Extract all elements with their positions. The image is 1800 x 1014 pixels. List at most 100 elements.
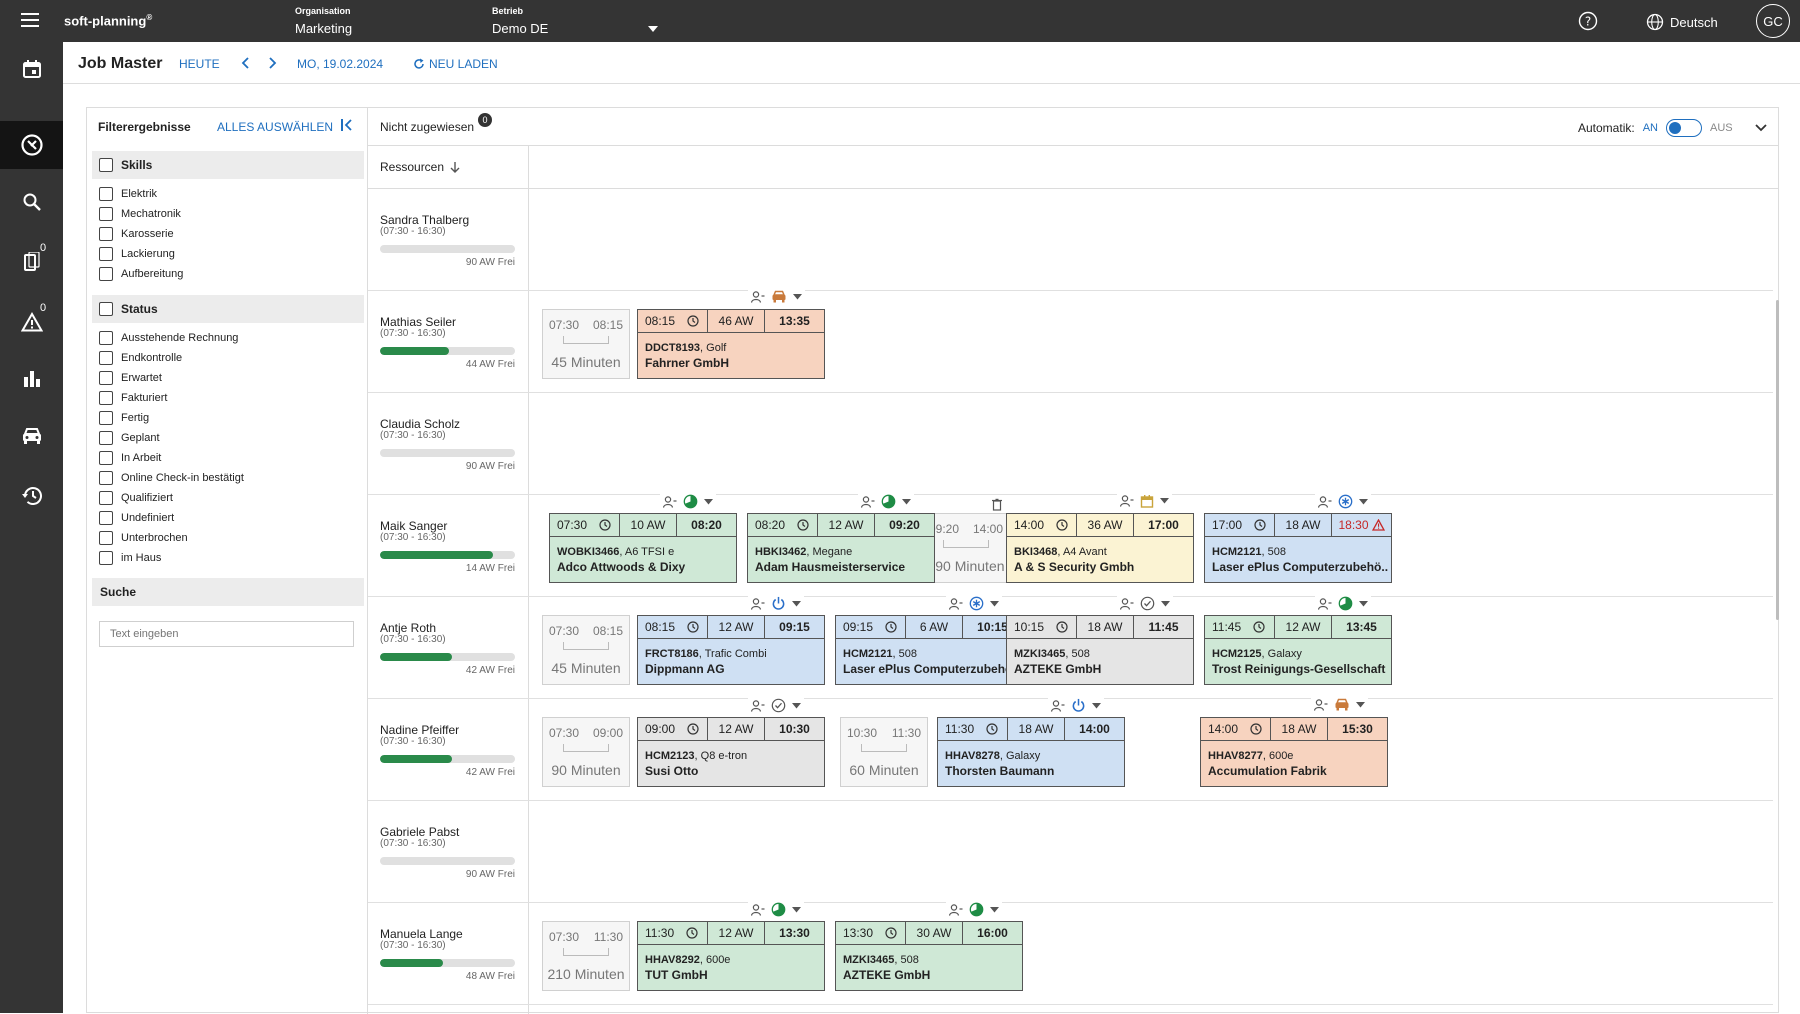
menu-icon[interactable] [21, 13, 39, 27]
scrollbar[interactable] [1776, 300, 1779, 620]
chevron-left-icon[interactable] [241, 57, 251, 69]
checkbox[interactable] [99, 411, 113, 425]
job-card[interactable]: 08:15 12 AW 09:15 FRCT8186, Trafic Combi Dip… [637, 596, 825, 685]
date-picker[interactable]: MO, 19.02.2024 [297, 57, 383, 71]
dropdown-icon[interactable] [704, 498, 713, 505]
job-card[interactable]: 07:30 10 AW 08:20 WOBKI3466, A6 TFSI e Adco … [549, 494, 737, 583]
resource-name[interactable]: Antje Roth [380, 621, 436, 635]
dropdown-icon[interactable] [792, 600, 801, 607]
chevron-down-icon[interactable] [1754, 124, 1767, 132]
filter-item-karosserie[interactable]: Karosserie [99, 227, 174, 241]
sidebar-item-warnings[interactable]: 0 [0, 298, 63, 346]
dropdown-icon[interactable] [1160, 498, 1169, 504]
person-icon[interactable] [949, 903, 963, 916]
organisation-selector[interactable]: Organisation Marketing [295, 6, 352, 37]
filter-item-status[interactable]: Ausstehende Rechnung [99, 331, 238, 345]
resource-name[interactable]: Mathias Seiler [380, 315, 456, 329]
filter-item-status[interactable]: Online Check-in bestätigt [99, 471, 244, 485]
person-icon[interactable] [751, 597, 765, 610]
power-icon[interactable] [771, 596, 786, 611]
progress-icon[interactable] [969, 902, 984, 917]
job-card[interactable]: 09:15 6 AW 10:15 HCM2121, 508 Laser ePlus Co… [835, 596, 1023, 685]
language-selector[interactable]: Deutsch [1646, 13, 1718, 31]
idle-block[interactable]: 07:30 09:00 90 Minuten [542, 717, 630, 787]
dropdown-icon[interactable] [1161, 600, 1170, 607]
dropdown-icon[interactable] [1359, 600, 1368, 607]
filter-item-status[interactable]: Endkontrolle [99, 351, 182, 365]
person-icon[interactable] [1120, 597, 1134, 610]
sidebar-item-calendar[interactable] [0, 45, 63, 93]
asterisk-icon[interactable] [969, 596, 984, 611]
person-icon[interactable] [751, 699, 765, 712]
skills-group[interactable]: Skills [92, 151, 364, 179]
progress-icon[interactable] [1338, 596, 1353, 611]
job-card[interactable]: 08:20 12 AW 09:20 HBKI3462, Megane Adam Haus… [747, 494, 935, 583]
filter-item-status[interactable]: Unterbrochen [99, 531, 188, 545]
checkbox[interactable] [99, 247, 113, 261]
sidebar-item-devices[interactable]: 0 [0, 238, 63, 286]
progress-icon[interactable] [683, 494, 698, 509]
person-icon[interactable] [663, 495, 677, 508]
status-group[interactable]: Status [92, 295, 364, 323]
job-card[interactable]: 10:15 18 AW 11:45 MZKI3465, 508 AZTEKE GmbH [1006, 596, 1194, 685]
person-icon[interactable] [751, 903, 765, 916]
asterisk-icon[interactable] [1338, 494, 1353, 509]
job-card[interactable]: 14:00 36 AW 17:00 BKI3468, A4 Avant A & S Se… [1006, 494, 1194, 583]
dropdown-icon[interactable] [792, 702, 801, 709]
chevron-right-icon[interactable] [267, 57, 277, 69]
calendar-icon[interactable] [1140, 494, 1154, 508]
person-icon[interactable] [949, 597, 963, 610]
filter-item-status[interactable]: Fertig [99, 411, 149, 425]
person-icon[interactable] [1318, 495, 1332, 508]
checkbox[interactable] [99, 227, 113, 241]
skills-checkbox[interactable] [99, 158, 113, 172]
select-all-button[interactable]: ALLES AUSWÄHLEN [217, 120, 333, 134]
dropdown-icon[interactable] [1092, 702, 1101, 709]
betrieb-selector[interactable]: Betrieb Demo DE [492, 6, 660, 37]
avatar[interactable]: GC [1756, 4, 1790, 38]
search-input[interactable] [99, 621, 354, 647]
dropdown-icon[interactable] [1359, 498, 1368, 505]
filter-item-status[interactable]: Undefiniert [99, 511, 174, 525]
checkbox[interactable] [99, 451, 113, 465]
idle-block[interactable]: 07:30 08:15 45 Minuten [542, 309, 630, 379]
filter-item-status[interactable]: Erwartet [99, 371, 162, 385]
dropdown-icon[interactable] [1356, 701, 1365, 708]
job-card[interactable]: 09:00 12 AW 10:30 HCM2123, Q8 e-tron Susi Ot… [637, 698, 825, 787]
sidebar-item-vehicles[interactable] [0, 412, 63, 460]
resource-name[interactable]: Gabriele Pabst [380, 825, 459, 839]
person-icon[interactable] [751, 290, 765, 303]
person-icon[interactable] [1318, 597, 1332, 610]
automatik-toggle[interactable] [1665, 119, 1702, 137]
job-card[interactable]: 08:15 46 AW 13:35 DDCT8193, Golf Fahrner Gmb… [637, 290, 825, 379]
power-icon[interactable] [1071, 698, 1086, 713]
car-icon[interactable] [1334, 698, 1350, 711]
checkbox[interactable] [99, 471, 113, 485]
car-icon[interactable] [771, 290, 787, 303]
resource-name[interactable]: Nadine Pfeiffer [380, 723, 459, 737]
sidebar-item-search[interactable] [0, 178, 63, 226]
help-icon[interactable]: ? [1578, 11, 1598, 31]
checkbox[interactable] [99, 431, 113, 445]
idle-block[interactable]: 07:30 11:30 210 Minuten [542, 921, 630, 991]
filter-item-elektrik[interactable]: Elektrik [99, 187, 157, 201]
person-icon[interactable] [1051, 699, 1065, 712]
progress-icon[interactable] [881, 494, 896, 509]
resource-name[interactable]: Sandra Thalberg [380, 213, 469, 227]
job-card[interactable]: 11:30 18 AW 14:00 HHAV8278, Galaxy Thorsten … [937, 698, 1125, 787]
filter-item-status[interactable]: Qualifiziert [99, 491, 173, 505]
checkbox[interactable] [99, 511, 113, 525]
checkbox[interactable] [99, 351, 113, 365]
person-icon[interactable] [1314, 698, 1328, 711]
resource-name[interactable]: Maik Sanger [380, 519, 447, 533]
dropdown-icon[interactable] [902, 498, 911, 505]
checkbox[interactable] [99, 267, 113, 281]
filter-item-status[interactable]: im Haus [99, 551, 161, 565]
checkbox[interactable] [99, 531, 113, 545]
job-card[interactable]: 11:45 12 AW 13:45 HCM2125, Galaxy Trost Rein… [1204, 596, 1392, 685]
filter-item-status[interactable]: Fakturiert [99, 391, 167, 405]
trash-icon[interactable] [989, 498, 1005, 511]
resource-name[interactable]: Claudia Scholz [380, 417, 460, 431]
idle-block[interactable]: 07:30 08:15 45 Minuten [542, 615, 630, 685]
filter-item-status[interactable]: In Arbeit [99, 451, 161, 465]
